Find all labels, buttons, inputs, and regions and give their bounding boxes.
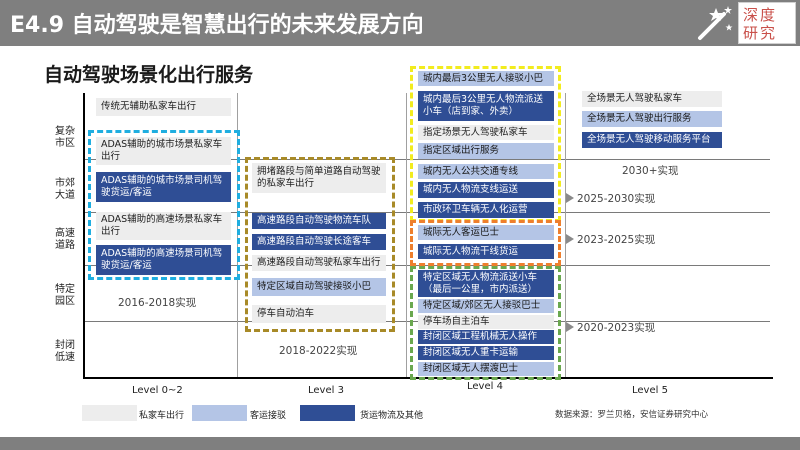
cell-zone-shuttle: 特定区域自动驾驶接驳小巴 xyxy=(252,278,386,296)
cell-urban-transit: 城内无人公共交通专线 xyxy=(418,164,554,179)
legend-swatch-private xyxy=(82,405,137,421)
level-divider xyxy=(406,93,407,377)
arrow-icon xyxy=(566,193,574,203)
cell-highway-fleet: 高速路段自动驾驶物流车队 xyxy=(252,213,386,229)
cell-full-mobility: 全场景无人驾驶出行服务 xyxy=(582,111,722,127)
y-label-closed-lowspeed: 封闭低速 xyxy=(55,340,75,363)
cell-auto-parking: 停车自动泊车 xyxy=(252,305,386,323)
cell-suburban-shuttle: 特定区域/郊区无人接驳巴士 xyxy=(418,299,554,313)
arrow-icon xyxy=(566,234,574,244)
period-label: 2020-2023实现 xyxy=(577,322,656,334)
cell-highway-coach: 高速路段自动驾驶长途客车 xyxy=(252,234,386,250)
x-label-level-0-2: Level 0~2 xyxy=(132,385,183,396)
cell-congestion-private: 拥堵路段与简单道路自动驾驶的私家车出行 xyxy=(252,163,386,193)
period-label: 2016-2018实现 xyxy=(118,297,197,309)
cell-closed-ferry-bus: 封闭区域无人摆渡巴士 xyxy=(418,362,554,376)
cell-closed-machinery: 封闭区域工程机械无人操作 xyxy=(418,330,554,344)
footer-bar xyxy=(0,437,800,450)
page-title: E4.9 自动驾驶是智慧出行的未来发展方向 xyxy=(10,13,424,38)
legend-swatch-freight xyxy=(300,405,355,421)
x-label-level-4: Level 4 xyxy=(467,381,503,392)
cell-intercity-bus: 城际无人客运巴士 xyxy=(418,225,554,240)
cell-full-private: 全场景无人驾驶私家车 xyxy=(582,91,722,107)
y-axis xyxy=(83,93,85,378)
cell-intercity-freight: 城际无人物流干线货运 xyxy=(418,244,554,259)
legend-label-passenger: 客运接驳 xyxy=(250,411,287,421)
period-label: 2023-2025实现 xyxy=(577,234,656,246)
cell-sanitation: 市政环卫车辆无人化运营 xyxy=(418,202,554,218)
cell-adas-highway-freight: ADAS辅助的高速场景司机驾驶货运/客运 xyxy=(96,245,231,275)
cell-scenario-private: 指定场景无人驾驶私家车 xyxy=(418,125,554,140)
cell-traditional-private: 传统无辅助私家车出行 xyxy=(96,98,231,116)
y-label-highway: 高速道路 xyxy=(55,228,75,251)
cell-adas-highway-private: ADAS辅助的高速场景私家车出行 xyxy=(96,212,231,240)
cell-urban-shuttle: 城内最后3公里无人接驳小巴 xyxy=(418,71,554,86)
cell-zone-mobility: 指定区域出行服务 xyxy=(418,143,554,159)
magic-wand-icon xyxy=(698,6,733,40)
legend-label-private: 私家车出行 xyxy=(139,411,185,421)
legend-label-freight: 货运物流及其他 xyxy=(360,411,424,421)
cell-urban-branch-logistics: 城内无人物流支线运送 xyxy=(418,182,554,198)
cell-full-platform: 全场景无人驾驶移动服务平台 xyxy=(582,132,722,148)
y-label-complex-urban: 复杂市区 xyxy=(55,126,75,149)
y-label-special-zone: 特定园区 xyxy=(55,284,75,307)
header-bar: E4.9 自动驾驶是智慧出行的未来发展方向 深度研究 xyxy=(0,0,800,46)
chart-subtitle: 自动驾驶场景化出行服务 xyxy=(44,64,254,86)
period-label: 2018-2022实现 xyxy=(279,345,358,357)
y-label-suburban: 市郊大道 xyxy=(55,178,75,201)
data-source: 数据来源：罗兰贝格，安信证券研究中心 xyxy=(555,410,709,420)
legend-swatch-passenger xyxy=(192,405,247,421)
arrow-icon xyxy=(566,322,574,332)
x-label-level-3: Level 3 xyxy=(308,385,344,396)
period-label: 2030+实现 xyxy=(622,165,679,177)
cell-closed-heavy-truck: 封闭区域无人重卡运输 xyxy=(418,346,554,360)
x-label-level-5: Level 5 xyxy=(632,385,668,396)
cell-zone-delivery: 特定区域无人物流派送小车（最后一公里，市内派送） xyxy=(418,270,554,297)
cell-lot-parking: 停车场自主泊车 xyxy=(418,315,554,329)
period-label: 2025-2030实现 xyxy=(577,193,656,205)
cell-highway-private: 高速路段自动驾驶私家车出行 xyxy=(252,255,386,271)
cell-urban-delivery: 城内最后3公里无人物流派送小车（店到家、外卖） xyxy=(418,91,554,121)
logo: 深度研究 xyxy=(738,2,796,44)
cell-adas-urban-private: ADAS辅助的城市场景私家车出行 xyxy=(96,137,231,165)
cell-adas-urban-freight: ADAS辅助的城市场景司机驾驶货运/客运 xyxy=(96,172,231,202)
logo-text: 深度研究 xyxy=(743,6,778,42)
